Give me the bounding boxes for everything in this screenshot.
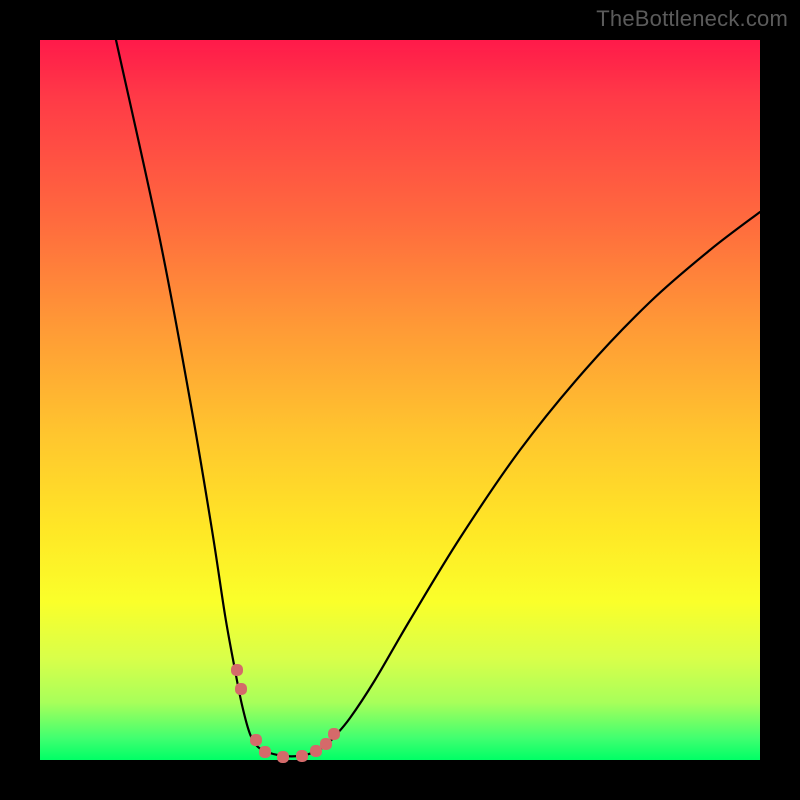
curve-marker-1 [235, 683, 247, 695]
curve-marker-7 [320, 738, 332, 750]
chart-frame: TheBottleneck.com [0, 0, 800, 800]
curve-marker-6 [310, 745, 322, 757]
curve-marker-5 [296, 750, 308, 762]
curve-marker-3 [259, 746, 271, 758]
curve-svg [40, 40, 760, 760]
curve-marker-2 [250, 734, 262, 746]
bottleneck-curve [116, 40, 760, 756]
curve-marker-8 [328, 728, 340, 740]
curve-marker-0 [231, 664, 243, 676]
curve-marker-4 [277, 751, 289, 763]
plot-area [40, 40, 760, 760]
curve-markers [231, 664, 340, 763]
watermark-text: TheBottleneck.com [596, 6, 788, 32]
